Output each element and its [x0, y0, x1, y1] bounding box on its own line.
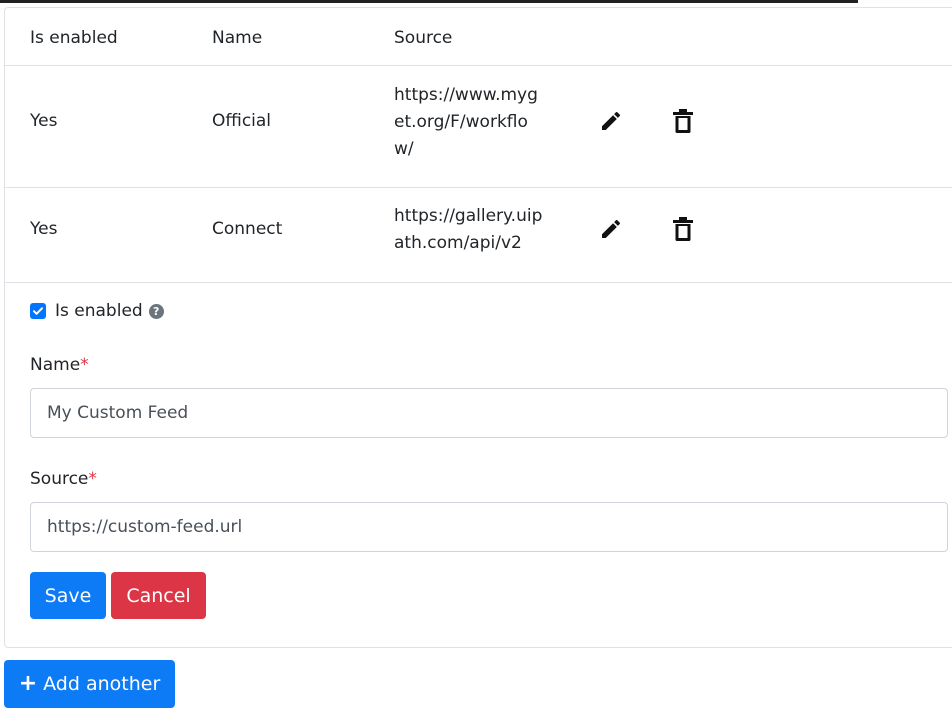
- is-enabled-label: Is enabled: [55, 301, 143, 321]
- is-enabled-checkbox[interactable]: [30, 303, 46, 319]
- header-name: Name: [212, 28, 263, 48]
- header-source: Source: [394, 28, 453, 48]
- required-marker: *: [80, 355, 89, 375]
- pencil-icon: [602, 111, 621, 130]
- table-row: Yes Connect https://gallery.uipath.com/a…: [5, 188, 952, 283]
- source-label-text: Source: [30, 469, 89, 489]
- delete-button[interactable]: [669, 215, 697, 243]
- name-label-text: Name: [30, 355, 81, 375]
- checkmark-icon: [33, 307, 43, 315]
- pencil-icon: [602, 219, 621, 238]
- question-circle-icon[interactable]: ?: [148, 303, 164, 319]
- edit-button[interactable]: [597, 215, 625, 243]
- required-marker: *: [88, 469, 97, 489]
- is-enabled-field: Is enabled ?: [30, 299, 164, 323]
- row-source: https://gallery.uipath.com/api/v2: [394, 206, 543, 253]
- row-name: Connect: [212, 219, 283, 239]
- add-another-button[interactable]: + Add another: [4, 660, 175, 708]
- top-divider: [0, 0, 858, 3]
- table-header: Is enabled Name Source: [5, 8, 952, 66]
- source-label: Source*: [30, 469, 97, 489]
- row-name: Official: [212, 111, 272, 131]
- table-row: Yes Official https://www.myget.org/F/wor…: [5, 66, 952, 188]
- source-input[interactable]: [30, 502, 948, 552]
- row-enabled: Yes: [30, 111, 58, 131]
- trash-icon: [673, 217, 693, 241]
- feeds-panel: Is enabled Name Source Yes Official http…: [4, 7, 952, 648]
- save-button[interactable]: Save: [30, 572, 106, 619]
- name-input[interactable]: [30, 388, 948, 438]
- name-label: Name*: [30, 355, 89, 375]
- cancel-button[interactable]: Cancel: [111, 572, 206, 619]
- edit-button[interactable]: [597, 107, 625, 135]
- row-enabled: Yes: [30, 219, 58, 239]
- plus-icon: +: [18, 671, 38, 696]
- trash-icon: [673, 109, 693, 133]
- delete-button[interactable]: [669, 107, 697, 135]
- add-another-label: Add another: [43, 673, 161, 695]
- header-is-enabled: Is enabled: [30, 28, 118, 48]
- row-source: https://www.myget.org/F/workflow/: [394, 85, 538, 159]
